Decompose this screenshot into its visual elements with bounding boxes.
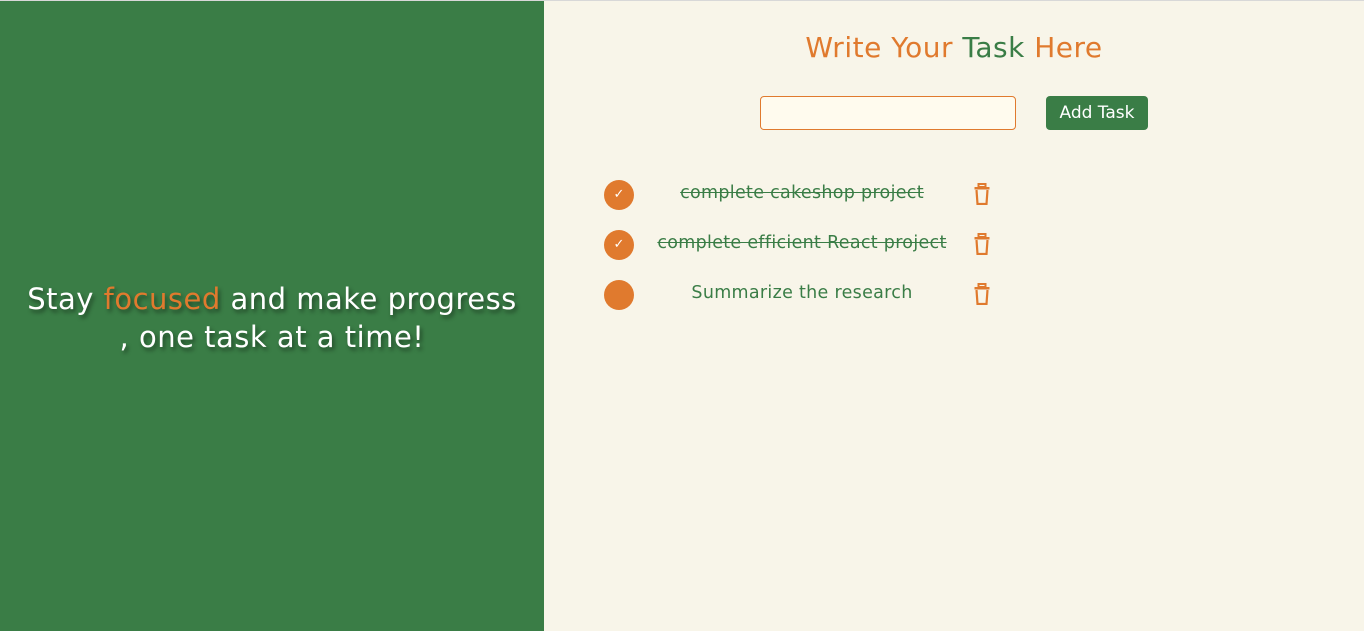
task-input[interactable]: [760, 96, 1016, 130]
check-icon[interactable]: [604, 280, 634, 310]
trash-icon[interactable]: [974, 283, 990, 306]
task-text: complete efficient React project: [657, 233, 947, 253]
task-item: Summarize the research: [604, 279, 1004, 329]
motivation-tagline: Stay focused and make progress , one tas…: [0, 280, 544, 356]
check-icon[interactable]: ✓: [604, 180, 634, 210]
tagline-text-start: Stay: [27, 282, 104, 316]
title-part-task: Task: [962, 31, 1025, 64]
motivation-panel: Stay focused and make progress , one tas…: [0, 1, 544, 631]
page-title: Write Your Task Here: [544, 29, 1364, 67]
title-part-write-your: Write Your: [805, 31, 963, 64]
tagline-text-end: and make progress: [220, 282, 517, 316]
trash-icon[interactable]: [974, 183, 990, 206]
todo-app: Stay focused and make progress , one tas…: [0, 0, 1364, 631]
tagline-line-two: , one task at a time!: [119, 320, 425, 354]
check-icon[interactable]: ✓: [604, 230, 634, 260]
task-item: ✓ complete efficient React project: [604, 229, 1004, 279]
trash-icon[interactable]: [974, 233, 990, 256]
task-panel: Write Your Task Here Add Task ✓ complete…: [544, 1, 1364, 631]
task-text: Summarize the research: [691, 283, 913, 303]
task-list: ✓ complete cakeshop project ✓ complete e…: [604, 179, 1004, 329]
tagline-accent-word: focused: [103, 282, 221, 316]
add-task-button[interactable]: Add Task: [1046, 96, 1148, 130]
task-text: complete cakeshop project: [680, 183, 924, 203]
title-part-here: Here: [1024, 31, 1103, 64]
task-item: ✓ complete cakeshop project: [604, 179, 1004, 229]
